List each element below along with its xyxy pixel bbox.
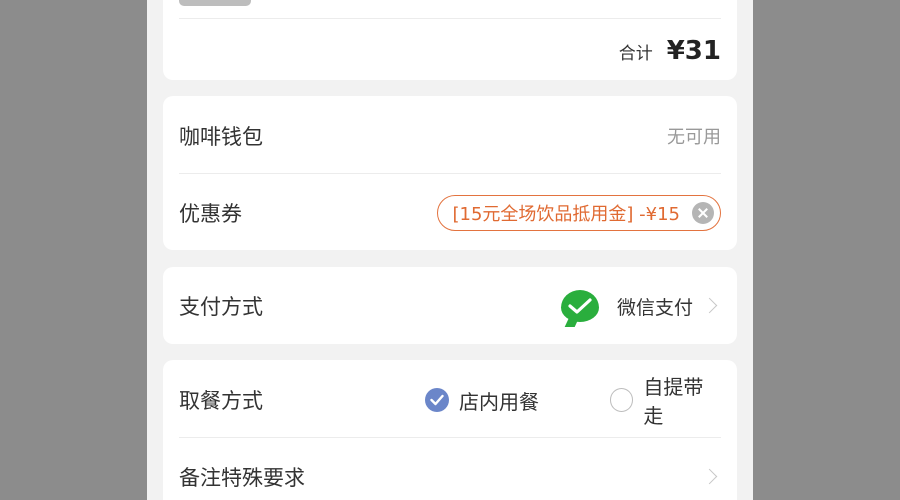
pickup-option-dine-in[interactable]: 店内用餐 [425,386,539,415]
total-label: 合计 [618,43,653,64]
payment-card[interactable]: 支付方式 微信支付 [163,267,737,344]
wallet-label: 咖啡钱包 [179,125,263,149]
coupon-row[interactable]: 优惠券 [15元全场饮品抵用金] -¥15 [179,193,721,233]
divider [179,173,721,174]
payment-method: 微信支付 [616,296,693,319]
remarks-label: 备注特殊要求 [179,466,305,490]
coupon-label: 优惠券 [179,202,242,226]
pickup-option-label: 店内用餐 [459,389,539,414]
total-amount: ¥31 [666,36,721,66]
order-summary-card: 合计 ¥31 [163,0,737,80]
radio-checked-icon[interactable] [425,388,449,412]
checkout-screen: 合计 ¥31 咖啡钱包 无可用 优惠券 [15元全场饮品抵用金] -¥15 支付… [147,0,753,500]
remarks-row[interactable]: 备注特殊要求 [179,457,721,497]
wechat-pay-icon [560,290,599,327]
close-circle-icon[interactable] [692,202,714,224]
total-row: 合计 ¥31 [179,34,721,68]
wallet-row[interactable]: 咖啡钱包 无可用 [179,116,721,156]
pickup-option-takeaway[interactable]: 自提带走 [610,371,721,429]
radio-unchecked-icon[interactable] [610,388,634,412]
discount-card: 咖啡钱包 无可用 优惠券 [15元全场饮品抵用金] -¥15 [163,96,737,250]
pickup-label: 取餐方式 [179,389,263,413]
payment-row[interactable]: 支付方式 微信支付 [179,285,721,327]
divider [179,18,721,19]
divider [179,437,721,438]
coupon-value: [15元全场饮品抵用金] -¥15 [452,204,680,225]
payment-label: 支付方式 [179,295,263,319]
pickup-card: 取餐方式 店内用餐 自提带走 备注特殊要求 [163,360,737,500]
coupon-pill[interactable]: [15元全场饮品抵用金] -¥15 [437,195,721,231]
pickup-row: 取餐方式 店内用餐 自提带走 [179,375,721,428]
wallet-status: 无可用 [667,127,721,148]
product-thumbnail [179,0,251,6]
pickup-option-label: 自提带走 [643,375,704,428]
